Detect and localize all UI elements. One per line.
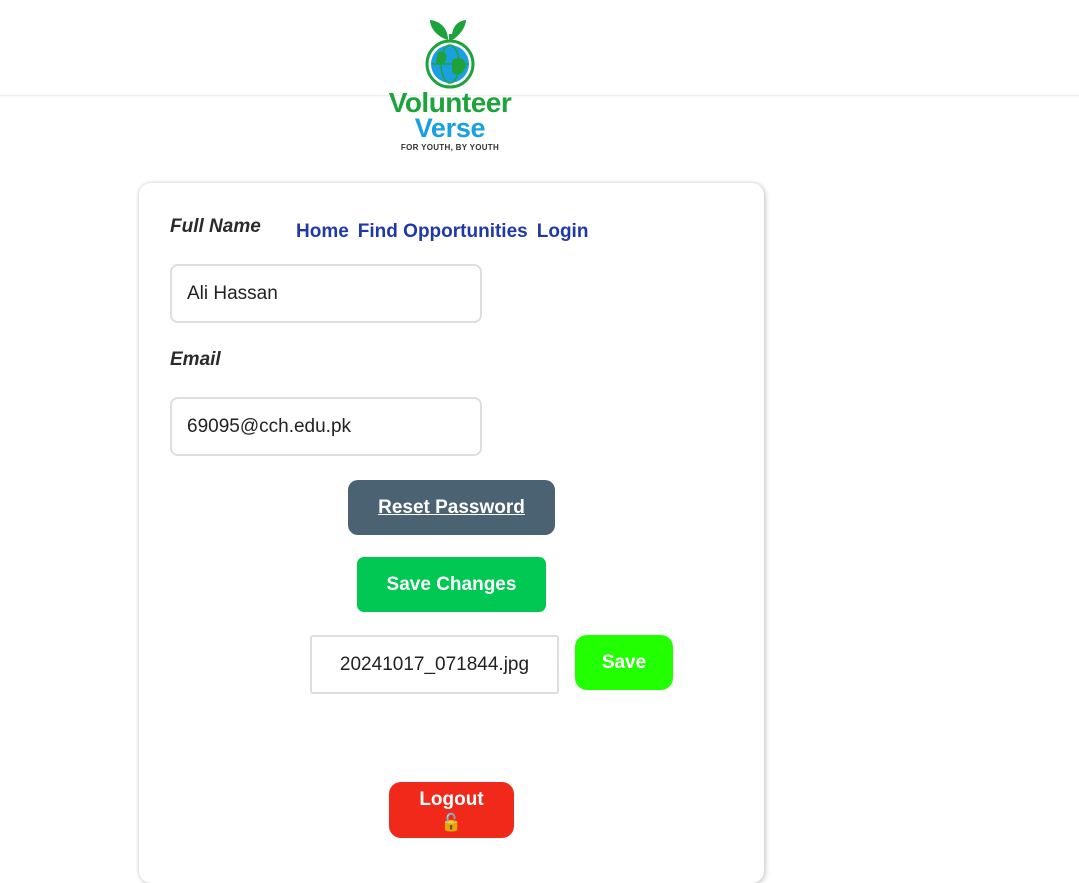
nav-link-login[interactable]: Login [537,221,589,243]
top-bar [0,0,1079,96]
reset-password-button[interactable]: Reset Password [348,480,555,535]
save-photo-button[interactable]: Save [575,635,673,690]
nav-link-home[interactable]: Home [296,221,349,243]
save-changes-button[interactable]: Save Changes [357,557,546,612]
unlocked-padlock-icon: 🔓 [440,812,463,832]
brand-tagline: FOR YOUTH, BY YOUTH [400,143,500,152]
logout-button[interactable]: Logout 🔓 [389,782,514,838]
main-nav: Home Find Opportunities Login [296,221,588,243]
full-name-input[interactable] [170,264,482,323]
full-name-label: Full Name [170,216,261,237]
email-label: Email [170,349,221,370]
profile-card: Full Name Home Find Opportunities Login … [139,183,764,883]
profile-photo-file-input[interactable]: 20241017_071844.jpg [310,635,559,694]
logout-label: Logout [419,788,484,810]
email-input[interactable] [170,397,482,456]
volunteer-verse-logo[interactable]: Volunteer Verse FOR YOUTH, BY YOUTH [368,16,532,158]
globe-sprout-icon [425,20,475,89]
brand-name-line2: Verse [414,113,486,143]
nav-link-find-opportunities[interactable]: Find Opportunities [358,221,528,243]
file-name-text: 20241017_071844.jpg [339,653,530,675]
